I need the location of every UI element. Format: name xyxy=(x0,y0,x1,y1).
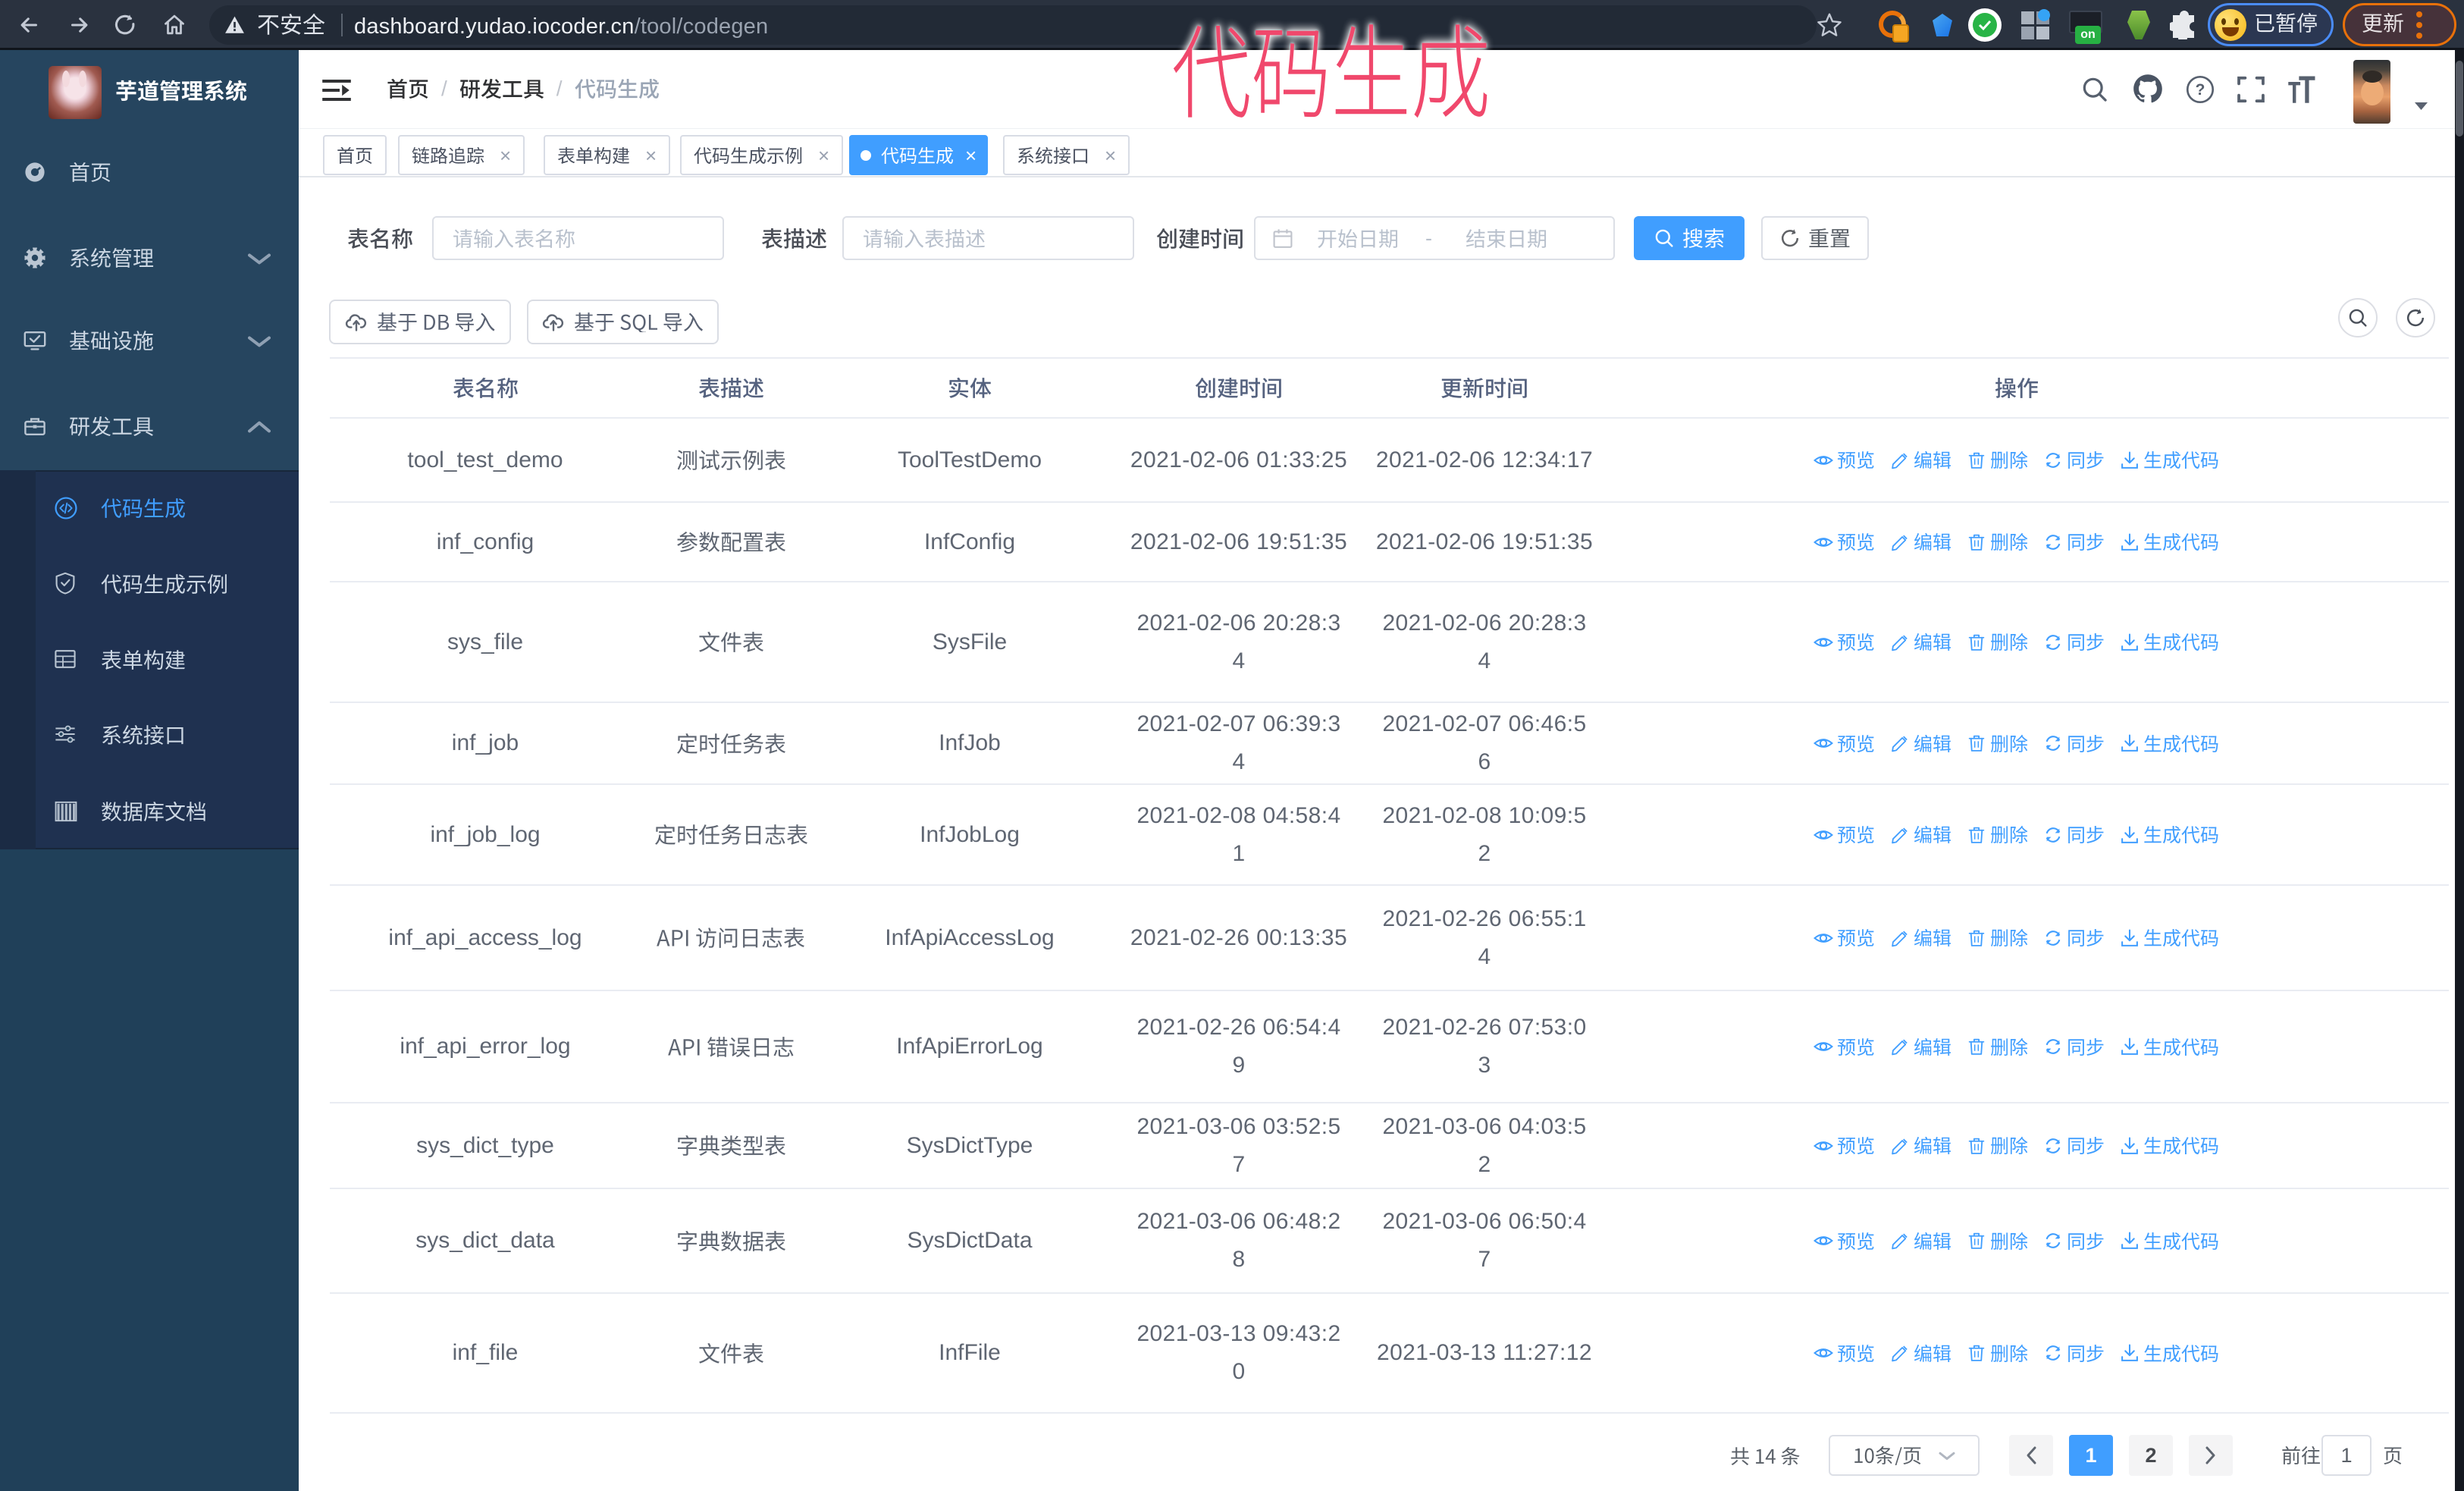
svg-text:?: ? xyxy=(2196,81,2205,99)
